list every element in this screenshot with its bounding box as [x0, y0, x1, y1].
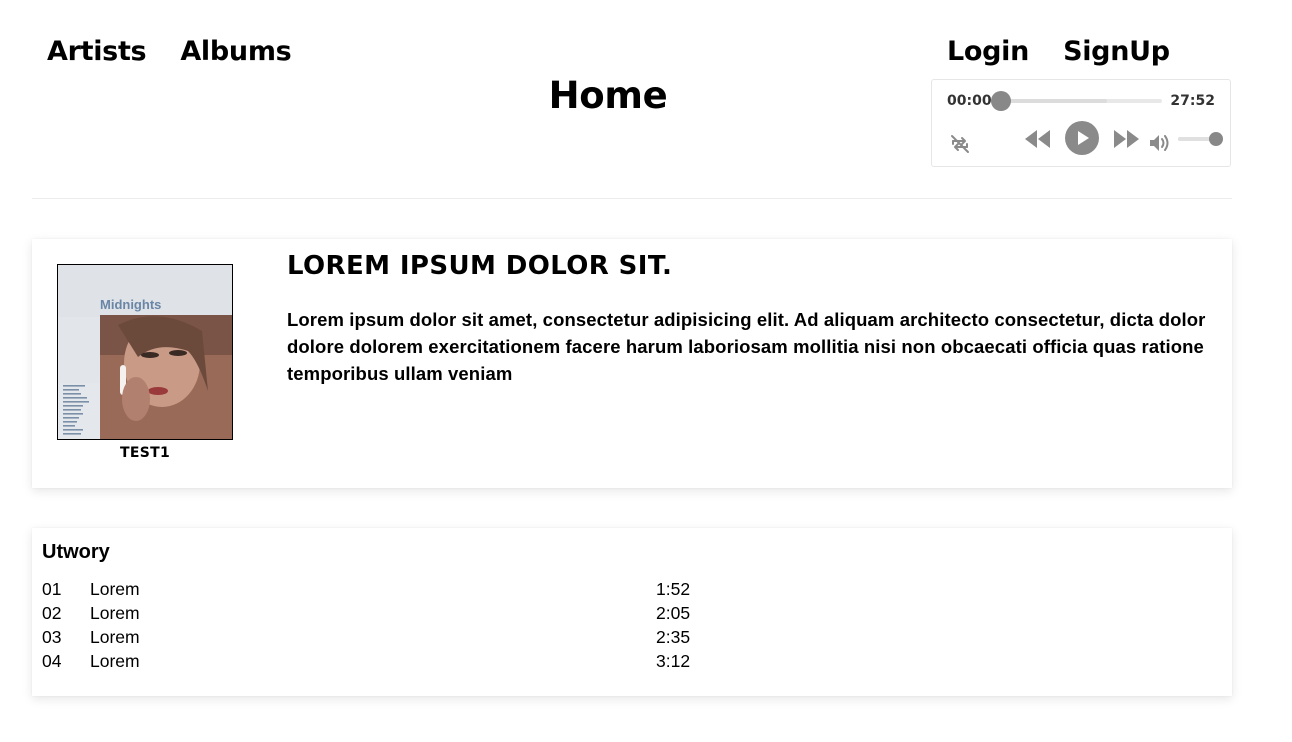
volume-icon [1150, 135, 1169, 151]
track-number: 03 [42, 627, 62, 647]
volume-slider[interactable] [1178, 132, 1223, 146]
track-name: Lorem [90, 579, 140, 599]
play-button[interactable] [1065, 121, 1099, 155]
track-row[interactable]: 02 Lorem 2:05 [42, 603, 742, 627]
track-duration: 2:35 [656, 627, 691, 647]
page: Artists Albums Login SignUp Home 00:00 2… [0, 0, 1292, 742]
auth-nav: Login SignUp [947, 36, 1170, 67]
fast-forward-icon [1114, 130, 1139, 148]
nav-albums-link[interactable]: Albums [180, 36, 291, 67]
album-cover[interactable]: Midnights [57, 264, 233, 440]
fast-forward-button[interactable] [1112, 128, 1140, 150]
progress-bar[interactable] [991, 91, 1162, 111]
track-name: Lorem [90, 627, 140, 647]
progress-thumb[interactable] [991, 91, 1011, 111]
album-description: Lorem ipsum dolor sit amet, consectetur … [287, 309, 1206, 384]
track-row[interactable]: 04 Lorem 3:12 [42, 651, 742, 675]
loop-icon [951, 135, 969, 153]
track-row[interactable]: 03 Lorem 2:35 [42, 627, 742, 651]
audio-player: 00:00 27:52 [931, 79, 1231, 167]
login-link[interactable]: Login [947, 36, 1029, 67]
track-name: Lorem [90, 651, 140, 671]
nav-artists-link[interactable]: Artists [47, 36, 147, 67]
rewind-icon [1025, 130, 1050, 148]
loop-button[interactable] [947, 132, 973, 156]
tracks-heading: Utwory [42, 541, 110, 563]
track-list: 01 Lorem 1:52 02 Lorem 2:05 03 Lorem 2:3… [42, 579, 742, 675]
track-name: Lorem [90, 603, 140, 623]
main-nav: Artists Albums [47, 36, 292, 67]
rewind-button[interactable] [1024, 128, 1052, 150]
track-number: 01 [42, 579, 62, 599]
track-row[interactable]: 01 Lorem 1:52 [42, 579, 742, 603]
play-icon [1065, 121, 1099, 155]
volume-button[interactable] [1148, 132, 1170, 154]
album-card: Midnights TEST1 LOREM IPSUM DOLOR SIT. L… [32, 239, 1232, 488]
progress-buffer [1000, 99, 1107, 103]
cover-art-title: Midnights [100, 297, 161, 312]
track-number: 04 [42, 651, 62, 671]
track-duration: 1:52 [656, 579, 691, 599]
signup-link[interactable]: SignUp [1063, 36, 1170, 67]
tracks-card: Utwory 01 Lorem 1:52 02 Lorem 2:05 03 Lo… [32, 528, 1232, 696]
album-title: LOREM IPSUM DOLOR SIT. [287, 251, 673, 281]
track-number: 02 [42, 603, 62, 623]
album-cover-art: Midnights [58, 265, 232, 439]
track-duration: 3:12 [656, 651, 691, 671]
volume-thumb[interactable] [1209, 132, 1223, 146]
album-cover-caption: TEST1 [120, 445, 170, 461]
current-time: 00:00 [947, 93, 992, 109]
track-duration: 2:05 [656, 603, 691, 623]
duration-time: 27:52 [1170, 93, 1215, 109]
header-divider [32, 198, 1232, 199]
